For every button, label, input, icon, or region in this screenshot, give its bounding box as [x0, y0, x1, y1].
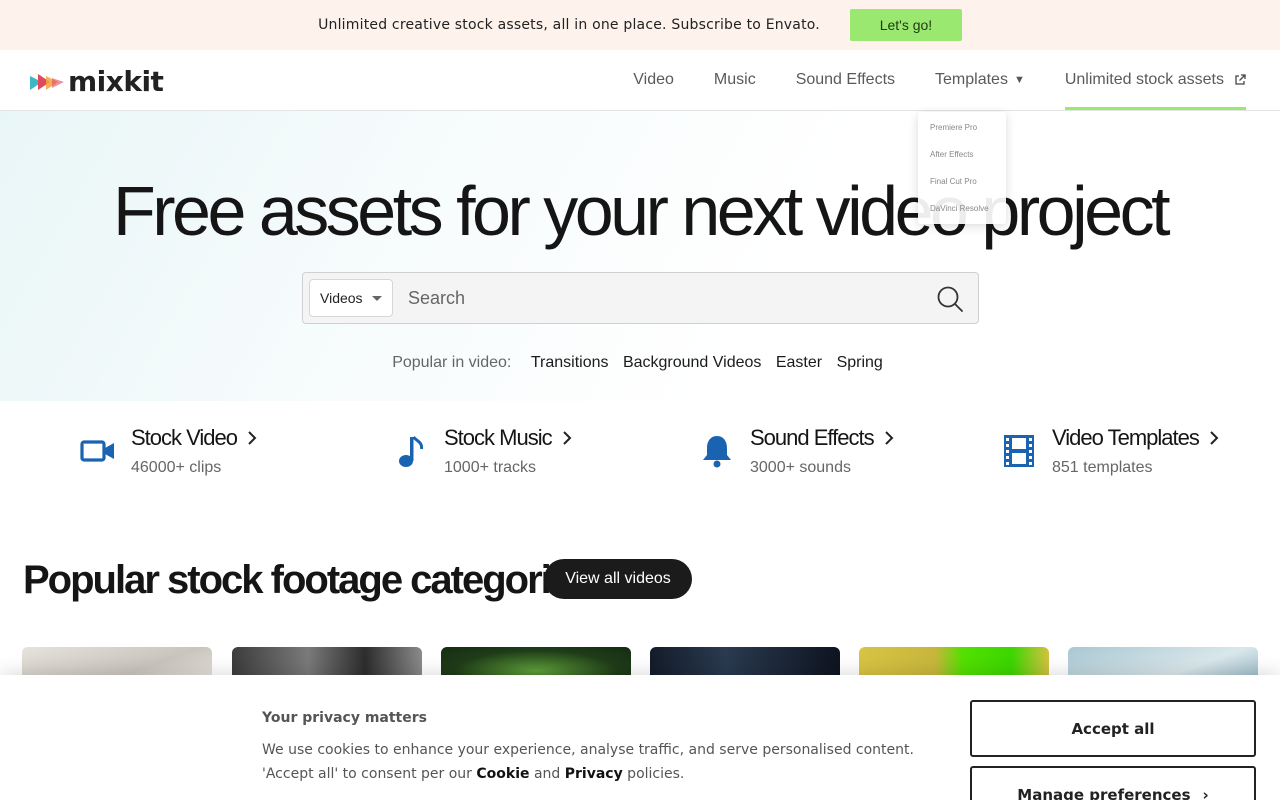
- caret-down-icon: ▼: [1013, 74, 1025, 86]
- nav-unlimited-label: Unlimited stock assets: [1064, 71, 1224, 88]
- nav-video-label: Video: [633, 71, 674, 88]
- search-icon[interactable]: [936, 285, 964, 313]
- accept-all-button[interactable]: Accept all: [970, 700, 1256, 757]
- category-title: Stock Video: [131, 425, 257, 451]
- search-type-select[interactable]: Videos: [309, 279, 393, 317]
- category-stock-music[interactable]: Stock Music 1000+ tracks: [393, 425, 572, 477]
- promo-cta-button[interactable]: Let's go!: [849, 9, 962, 41]
- film-strip-icon: [1004, 435, 1034, 467]
- popular-label: Popular in video:: [392, 354, 512, 371]
- manage-preferences-button[interactable]: Manage preferences ›: [970, 766, 1256, 800]
- category-sound-effects[interactable]: Sound Effects 3000+ sounds: [699, 425, 894, 477]
- dropdown-item-final-cut-pro[interactable]: Final Cut Pro: [918, 176, 1006, 203]
- popular-tag-transitions[interactable]: Transitions: [531, 354, 609, 371]
- manage-preferences-label: Manage preferences: [1017, 785, 1191, 800]
- popular-tag-spring[interactable]: Spring: [837, 354, 883, 371]
- chevron-right-icon: ›: [1202, 785, 1209, 800]
- cookie-text-part2: policies.: [622, 766, 685, 782]
- category-stock-video[interactable]: Stock Video 46000+ clips: [80, 425, 257, 477]
- category-title: Stock Music: [444, 425, 572, 451]
- music-note-icon: [399, 436, 424, 467]
- external-link-icon: [1235, 74, 1246, 85]
- promo-text: Unlimited creative stock assets, all in …: [318, 17, 820, 33]
- templates-dropdown: Premiere Pro After Effects Final Cut Pro…: [918, 112, 1006, 224]
- popular-tag-background-videos[interactable]: Background Videos: [623, 354, 761, 371]
- cookie-text-and: and: [529, 766, 565, 782]
- category-title: Sound Effects: [750, 425, 894, 451]
- nav-unlimited-stock-assets[interactable]: Unlimited stock assets: [1064, 50, 1247, 110]
- category-title: Video Templates: [1052, 425, 1219, 451]
- category-count: 46000+ clips: [131, 459, 222, 476]
- nav-sound-effects-label: Sound Effects: [795, 71, 896, 88]
- popular-tag-easter[interactable]: Easter: [776, 354, 822, 371]
- nav-music-label: Music: [713, 71, 756, 88]
- category-count: 851 templates: [1052, 459, 1153, 476]
- category-video-templates[interactable]: Video Templates 851 templates: [1001, 425, 1219, 477]
- chevron-right-icon: [1210, 431, 1219, 445]
- promo-banner: Unlimited creative stock assets, all in …: [0, 0, 1280, 50]
- cookie-title: Your privacy matters: [262, 710, 427, 726]
- cookie-text: We use cookies to enhance your experienc…: [262, 738, 942, 786]
- nav-templates[interactable]: Templates ▼: [935, 50, 1025, 110]
- category-title-text: Sound Effects: [750, 425, 875, 450]
- main-nav: Video Music Sound Effects Templates ▼ Un…: [593, 50, 1247, 110]
- bell-icon: [703, 436, 731, 468]
- chevron-right-icon: [248, 431, 257, 445]
- hero-headline: Free assets for your next video project: [112, 172, 1171, 250]
- cookie-banner: Your privacy matters We use cookies to e…: [0, 675, 1280, 800]
- chevron-right-icon: [562, 431, 572, 445]
- chevron-right-icon: [884, 431, 893, 445]
- logo-text: mixkit: [68, 65, 164, 98]
- site-header: mixkit Video Music Sound Effects Templat…: [0, 50, 1280, 111]
- logo-mark-icon: [30, 73, 64, 90]
- hero-section: Free assets for your next video project …: [0, 111, 1280, 401]
- section-title: Popular stock footage categories: [23, 558, 592, 602]
- nav-templates-label: Templates: [935, 71, 1008, 88]
- search-bar: Videos: [302, 272, 979, 324]
- category-count: 3000+ sounds: [750, 459, 851, 476]
- logo[interactable]: mixkit: [30, 65, 164, 98]
- category-title-text: Stock Music: [444, 425, 553, 450]
- nav-video[interactable]: Video: [633, 50, 674, 110]
- nav-sound-effects[interactable]: Sound Effects: [796, 50, 895, 110]
- dropdown-item-after-effects[interactable]: After Effects: [918, 149, 1006, 176]
- category-title-text: Stock Video: [131, 425, 238, 450]
- view-all-videos-button[interactable]: View all videos: [544, 559, 692, 599]
- dropdown-item-premiere-pro[interactable]: Premiere Pro: [918, 122, 1006, 149]
- popular-searches: Popular in video: Transitions Background…: [0, 354, 1280, 372]
- cookie-policy-link[interactable]: Cookie: [476, 766, 529, 782]
- nav-music[interactable]: Music: [714, 50, 756, 110]
- video-camera-icon: [80, 440, 114, 462]
- category-title-text: Video Templates: [1052, 425, 1200, 450]
- category-count: 1000+ tracks: [444, 459, 537, 476]
- privacy-policy-link[interactable]: Privacy: [565, 766, 623, 782]
- search-input[interactable]: [408, 279, 908, 317]
- dropdown-item-davinci-resolve[interactable]: DaVinci Resolve: [918, 203, 1006, 230]
- search-type-value: Videos: [320, 290, 363, 306]
- dropdown-triangle-icon: [372, 296, 382, 301]
